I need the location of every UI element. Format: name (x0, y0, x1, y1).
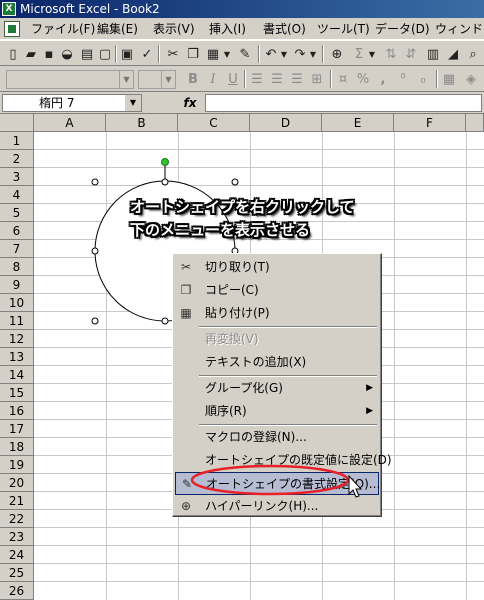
menu-item-label: オートシェイプの既定値に設定(D) (205, 453, 392, 467)
menu-item-label: ハイパーリンク(H)... (205, 499, 319, 513)
scissors-icon: ✂ (180, 260, 192, 274)
menu-item-set-default[interactable]: オートシェイプの既定値に設定(D) (175, 449, 392, 472)
menu-item-cut[interactable]: ✂ 切り取り(T) (175, 256, 379, 279)
resize-handle[interactable] (161, 178, 169, 186)
menu-item-assign-macro[interactable]: マクロの登録(N)... (175, 426, 379, 449)
hyperlink-icon: ⊕ (180, 499, 192, 513)
instruction-callout: オートシェイプを右クリックして 下のメニューを表示させる (130, 196, 355, 242)
menu-item-hyperlink[interactable]: ⊕ ハイパーリンク(H)... (175, 495, 379, 518)
menu-item-copy[interactable]: ❐ コピー(C) (175, 279, 379, 302)
menu-item-label: 順序(R) (205, 404, 247, 418)
menu-item-label: 貼り付け(P) (205, 306, 270, 320)
menu-item-reconvert: 再変換(V) (175, 328, 379, 351)
menu-item-label: 切り取り(T) (205, 260, 270, 274)
menu-item-paste[interactable]: ▦ 貼り付け(P) (175, 302, 379, 325)
menu-item-label: マクロの登録(N)... (205, 430, 307, 444)
resize-handle[interactable] (91, 317, 99, 325)
menu-item-group[interactable]: グループ化(G) ▶ (175, 377, 379, 400)
callout-line-1: オートシェイプを右クリックして (130, 198, 355, 216)
callout-line-2: 下のメニューを表示させる (130, 221, 311, 239)
resize-handle[interactable] (161, 317, 169, 325)
menu-item-label: 再変換(V) (205, 332, 259, 346)
rotate-handle[interactable] (161, 158, 169, 166)
menu-item-label: コピー(C) (205, 283, 259, 297)
menu-item-order[interactable]: 順序(R) ▶ (175, 400, 379, 423)
menu-item-add-text[interactable]: テキストの追加(X) (175, 351, 379, 374)
copy-icon: ❐ (180, 283, 192, 297)
submenu-arrow-icon: ▶ (366, 406, 373, 416)
paste-icon: ▦ (180, 306, 192, 320)
resize-handle[interactable] (91, 247, 99, 255)
format-shape-icon: ✎ (181, 477, 193, 491)
context-menu: ✂ 切り取り(T) ❐ コピー(C) ▦ 貼り付け(P) 再変換(V) テキスト… (172, 253, 392, 518)
menu-item-label: オートシェイプの書式設定(O)... (206, 477, 381, 491)
menu-item-label: グループ化(G) (205, 381, 283, 395)
resize-handle[interactable] (231, 178, 239, 186)
menu-item-label: テキストの追加(X) (205, 355, 307, 369)
excel-window: X Microsoft Excel - Book2 ファイル(F) 編集(E) … (0, 0, 484, 600)
submenu-arrow-icon: ▶ (366, 383, 373, 393)
resize-handle[interactable] (91, 178, 99, 186)
menu-item-format-autoshape[interactable]: ✎ オートシェイプの書式設定(O)... (175, 472, 381, 495)
